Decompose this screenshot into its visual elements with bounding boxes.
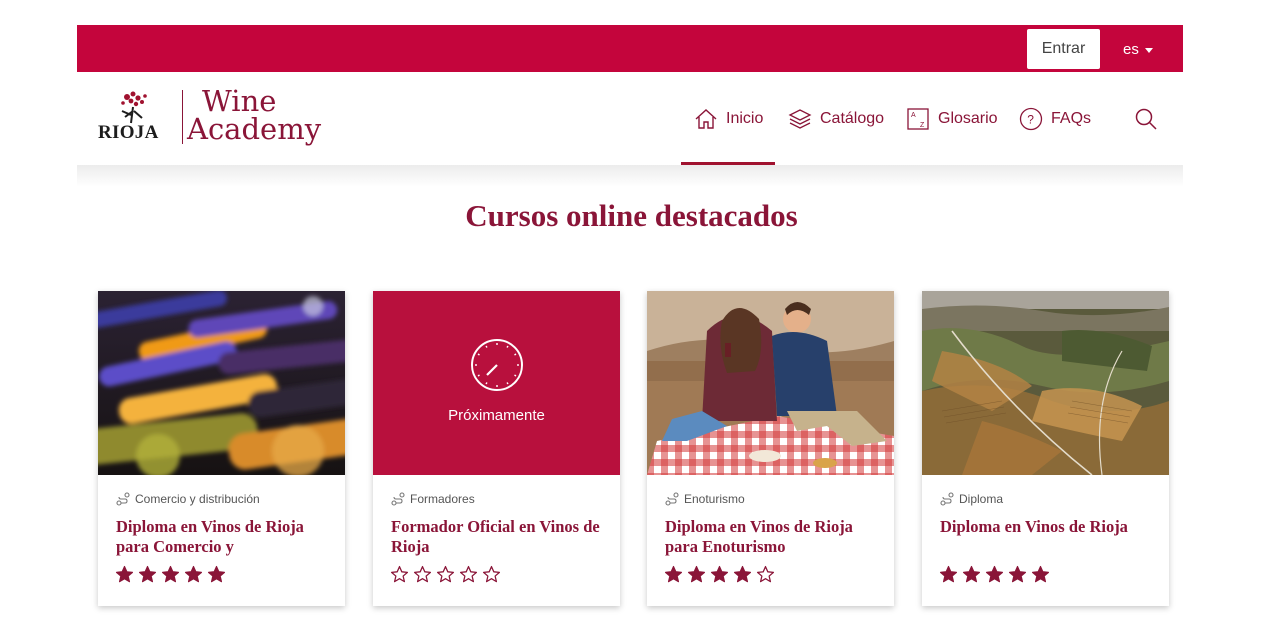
home-icon [694,107,718,131]
star-empty-icon [390,565,409,583]
course-title[interactable]: Diploma en Vinos de Rioja para Enoturism… [665,517,880,556]
nav-label-faqs: FAQs [1051,110,1092,127]
site-header: RIOJA Wine Academy Inicio Catálogo A Z G… [77,72,1183,165]
course-category: Comercio y distribución [116,492,260,506]
course-category: Formadores [391,492,475,506]
svg-text:?: ? [1027,113,1034,127]
course-card[interactable]: Diploma Diploma en Vinos de Rioja [922,291,1169,606]
route-icon [391,492,405,506]
course-category-label: Comercio y distribución [135,492,260,506]
course-title[interactable]: Diploma en Vinos de Rioja para Comercio … [116,517,331,556]
rating-stars [115,565,226,584]
course-image-wine-bottles[interactable] [98,291,345,475]
star-filled-icon [939,565,958,583]
question-icon: ? [1019,107,1043,131]
star-empty-icon [413,565,432,583]
clock-icon [471,339,523,391]
logo-line-2: Academy [187,112,322,146]
route-icon [940,492,954,506]
coming-soon-label: Próximamente [448,407,545,424]
vine-logo-icon [121,91,147,124]
logo-title: Wine Academy [182,84,322,146]
top-bar: Entrar es [77,25,1183,72]
glossary-icon: A Z [906,107,930,131]
course-category: Enoturismo [665,492,745,506]
star-empty-icon [436,565,455,583]
star-filled-icon [710,565,729,583]
header-shadow [77,165,1183,187]
course-image-picnic-couple[interactable] [647,291,894,475]
star-filled-icon [1031,565,1050,583]
course-card[interactable]: Próximamente Formadores Formador Oficial… [373,291,620,606]
star-filled-icon [207,565,226,583]
nav-item-glosario[interactable]: A Z Glosario [906,104,998,134]
logo-line-1: Wine [202,84,277,118]
course-category-label: Enoturismo [684,492,745,506]
star-empty-icon [459,565,478,583]
course-image-vineyard-aerial[interactable] [922,291,1169,475]
route-icon [665,492,679,506]
star-filled-icon [733,565,752,583]
rating-stars [390,565,501,584]
star-filled-icon [138,565,157,583]
page-title: Cursos online destacados [465,198,798,233]
course-card[interactable]: Comercio y distribución Diploma en Vinos… [98,291,345,606]
star-filled-icon [161,565,180,583]
nav-label-inicio: Inicio [726,110,764,127]
svg-text:A: A [911,112,916,119]
logo[interactable]: RIOJA Wine Academy [97,84,327,152]
nav-label-glosario: Glosario [938,110,998,127]
nav-item-catalogo[interactable]: Catálogo [788,104,884,134]
star-filled-icon [1008,565,1027,583]
search-button[interactable] [1134,107,1158,131]
course-category-label: Formadores [410,492,475,506]
star-filled-icon [962,565,981,583]
star-filled-icon [985,565,1004,583]
nav-item-faqs[interactable]: ? FAQs [1019,104,1091,134]
rating-stars [664,565,775,584]
course-title[interactable]: Diploma en Vinos de Rioja [940,517,1155,537]
logo-brand: RIOJA [98,122,159,143]
login-button[interactable]: Entrar [1027,29,1100,69]
star-empty-icon [756,565,775,583]
star-filled-icon [664,565,683,583]
language-label: es [1123,40,1139,58]
chevron-down-icon [1144,47,1153,53]
course-category-label: Diploma [959,492,1004,506]
search-icon [1135,108,1157,130]
star-empty-icon [482,565,501,583]
layers-icon [788,107,812,131]
course-title[interactable]: Formador Oficial en Vinos de Rioja [391,517,606,556]
star-filled-icon [115,565,134,583]
svg-text:Z: Z [920,122,925,129]
star-filled-icon [687,565,706,583]
nav-label-catalogo: Catálogo [820,110,885,127]
star-filled-icon [184,565,203,583]
course-category: Diploma [940,492,1003,506]
nav-item-inicio[interactable]: Inicio [694,104,763,134]
rating-stars [939,565,1050,584]
route-icon [116,492,130,506]
language-selector[interactable]: es [1123,29,1153,69]
course-image-coming-soon[interactable]: Próximamente [373,291,620,475]
course-card[interactable]: Enoturismo Diploma en Vinos de Rioja par… [647,291,894,606]
